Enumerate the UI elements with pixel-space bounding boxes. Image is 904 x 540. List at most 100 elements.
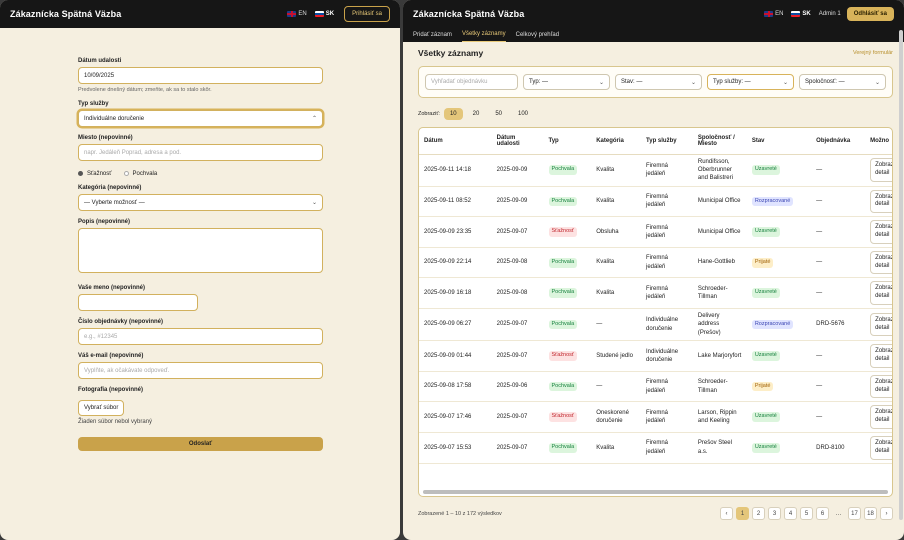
- login-button[interactable]: Prihlásiť sa: [344, 6, 390, 22]
- cell-type: Sťažnosť: [543, 340, 592, 372]
- cell-type: Sťažnosť: [543, 216, 592, 248]
- place-input[interactable]: napr. Jedáleň Poprad, adresa a pod.: [78, 144, 323, 161]
- status-badge: Uzavreté: [751, 412, 780, 423]
- column-header[interactable]: Možno: [865, 128, 892, 155]
- service-select[interactable]: Individuálne doručenie ⌃: [78, 110, 323, 127]
- column-header[interactable]: Typ služby: [641, 128, 693, 155]
- cell-service: Firemná jedáleň: [641, 154, 693, 187]
- lang-en-button[interactable]: EN: [764, 11, 783, 17]
- category-select[interactable]: — Vyberte možnosť — ⌄: [78, 194, 323, 212]
- page-size-10[interactable]: 10: [443, 108, 463, 120]
- view-detail-button[interactable]: Zobraziť detail: [870, 436, 892, 460]
- cell-company: Schroeder-Tillman: [692, 371, 747, 403]
- cell-category: Kvalita: [591, 432, 642, 464]
- cell-actions: Zobraziť detail: [865, 340, 892, 372]
- type-filter[interactable]: Typ: — ⌄: [523, 74, 610, 90]
- view-detail-button[interactable]: Zobraziť detail: [870, 405, 892, 429]
- column-header[interactable]: Dátum: [419, 128, 492, 155]
- place-label: Miesto (nepovinné): [78, 135, 133, 141]
- choose-file-button[interactable]: Vybrať súbor: [78, 400, 125, 417]
- horizontal-scrollbar[interactable]: [423, 490, 888, 494]
- vertical-scrollbar[interactable]: [899, 30, 903, 520]
- cell-type: Pochvala: [543, 247, 592, 279]
- page-size-50[interactable]: 50: [489, 108, 508, 120]
- prev-page-button[interactable]: ‹: [720, 507, 733, 520]
- next-page-button[interactable]: ›: [880, 507, 893, 520]
- column-header[interactable]: Spoločnosť / Miesto: [692, 128, 747, 155]
- cell-status: Uzavreté: [746, 277, 812, 310]
- status-filter[interactable]: Stav: — ⌄: [615, 74, 702, 90]
- service-filter[interactable]: Typ služby: — ⌄: [707, 74, 794, 90]
- page-button[interactable]: 4: [784, 507, 797, 520]
- lang-sk-button[interactable]: SK: [314, 11, 334, 17]
- column-header[interactable]: Typ: [543, 128, 592, 155]
- uk-flag-icon: [764, 11, 774, 17]
- cell-date: 2025-09-09 16:18: [419, 277, 492, 310]
- service-label: Typ služby: [78, 101, 109, 107]
- cell-company: Schroeder-Tillman: [692, 277, 747, 310]
- view-detail-button[interactable]: Zobraziť detail: [870, 281, 892, 306]
- table-row: 2025-09-11 14:18 2025-09-09 Pochvala Kvalit…: [419, 154, 892, 187]
- name-input[interactable]: [78, 294, 198, 312]
- page-size-100[interactable]: 100: [512, 108, 534, 120]
- column-header[interactable]: Stav: [746, 128, 812, 155]
- date-input[interactable]: 10/09/2025: [78, 67, 323, 84]
- chevron-down-icon: ⌄: [782, 79, 788, 86]
- view-detail-button[interactable]: Zobraziť detail: [870, 250, 892, 275]
- page-button[interactable]: 5: [800, 507, 813, 520]
- pagination-ellipsis: …: [835, 510, 842, 517]
- public-form-link[interactable]: Verejný formulár: [853, 50, 893, 56]
- tab-all-records[interactable]: Všetky záznamy: [461, 31, 506, 42]
- view-detail-button[interactable]: Zobraziť detail: [870, 189, 892, 214]
- cell-service: Firemná jedáleň: [641, 432, 693, 464]
- view-detail-button[interactable]: Zobraziť detail: [870, 220, 892, 244]
- radio-praise[interactable]: Pochvala: [123, 171, 158, 178]
- cell-category: Kvalita: [591, 247, 642, 279]
- cell-status: Rozpracované: [746, 186, 812, 218]
- cell-category: Oneskorené doručenie: [591, 401, 642, 433]
- lang-sk-button[interactable]: SK: [791, 11, 811, 17]
- cell-event-date: 2025-09-07: [491, 340, 544, 372]
- tab-add-record[interactable]: Pridať záznam: [413, 32, 452, 42]
- view-detail-button[interactable]: Zobraziť detail: [870, 344, 892, 368]
- email-label: Váš e-mail (nepovinné): [78, 353, 144, 360]
- submit-button[interactable]: Odoslať: [78, 437, 323, 452]
- cell-date: 2025-09-08 17:58: [419, 371, 492, 403]
- page-size-selector: Zobraziť: 10 20 50 100: [418, 108, 893, 120]
- view-detail-button[interactable]: Zobraziť detail: [870, 158, 892, 182]
- brand-title: Zákaznícka Spätná Väzba: [413, 9, 525, 19]
- page-button[interactable]: 18: [864, 507, 877, 520]
- status-badge: Rozpracované: [751, 319, 794, 330]
- page-button[interactable]: 1: [736, 507, 749, 520]
- page-button[interactable]: 3: [768, 507, 781, 520]
- records-panel: Všetky záznamy Verejný formulár Vyhľadať…: [418, 48, 893, 520]
- cell-event-date: 2025-09-06: [491, 371, 544, 403]
- page-button[interactable]: 2: [752, 507, 765, 520]
- cell-order: —: [811, 401, 866, 433]
- radio-praise-label: Pochvala: [132, 171, 158, 178]
- company-filter[interactable]: Spoločnosť: — ⌄: [799, 74, 886, 90]
- view-detail-button[interactable]: Zobraziť detail: [870, 312, 892, 337]
- table-row: 2025-09-09 16:18 2025-09-08 Pochvala Kvalit…: [419, 277, 892, 310]
- page-size-20[interactable]: 20: [467, 108, 486, 120]
- view-detail-button[interactable]: Zobraziť detail: [870, 374, 892, 399]
- cell-company: Rundifsson, Oberbrunner and Balistreri: [692, 154, 747, 187]
- column-header[interactable]: Kategória: [591, 128, 642, 155]
- radio-checked-icon: [78, 171, 83, 176]
- email-input[interactable]: Vyplňte, ak očakávate odpoveď.: [78, 362, 323, 380]
- order-input[interactable]: e.g., #12345: [78, 328, 323, 346]
- column-header[interactable]: Objednávka: [811, 128, 866, 155]
- cell-event-date: 2025-09-07: [491, 432, 544, 464]
- logout-button[interactable]: Odhlásiť sa: [846, 7, 894, 21]
- page-button[interactable]: 6: [816, 507, 829, 520]
- page-button[interactable]: 17: [848, 507, 861, 520]
- lang-en-button[interactable]: EN: [287, 11, 307, 17]
- description-textarea[interactable]: [78, 228, 323, 274]
- radio-complaint[interactable]: Sťažnosť: [78, 171, 112, 177]
- column-header[interactable]: Dátum udalosti: [491, 128, 544, 155]
- tab-overview[interactable]: Celkový prehľad: [516, 32, 559, 42]
- table-row: 2025-09-09 01:44 2025-09-07 Sťažnosť Studen…: [419, 340, 892, 372]
- order-search-input[interactable]: Vyhľadať objednávku: [425, 74, 518, 90]
- cell-event-date: 2025-09-07: [491, 308, 544, 342]
- cell-service: Individuálne doručenie: [641, 340, 693, 372]
